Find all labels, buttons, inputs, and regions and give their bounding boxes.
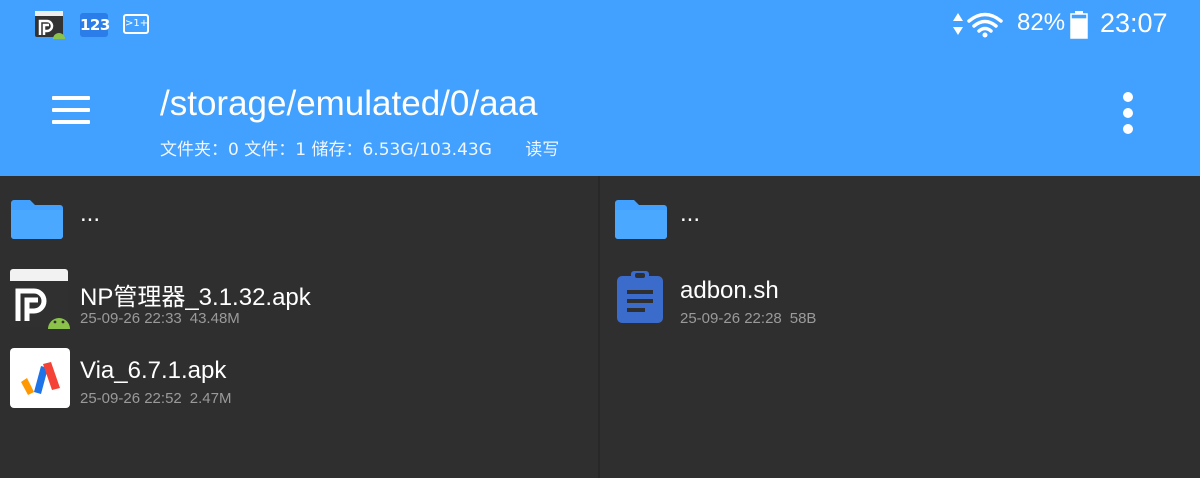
file-meta: 25-09-26 22:52 2.47M (80, 390, 231, 407)
more-vert-icon (1123, 92, 1133, 102)
folder-icon (615, 200, 667, 239)
file-meta: 25-09-26 22:33 43.48M (80, 310, 240, 327)
file-row[interactable]: Via_6.7.1.apk 25-09-26 22:52 2.47M (0, 340, 598, 420)
parent-directory-row[interactable]: ... (0, 180, 598, 260)
status-bar: 123 >1+ 82% 23:07 (0, 0, 1200, 52)
parent-directory-label: ... (80, 200, 101, 227)
parent-directory-row[interactable]: ... (600, 180, 1200, 260)
np-manager-icon (35, 11, 65, 39)
app-bar: 123 >1+ 82% 23:07 /storage/emulated/0/aa… (0, 0, 1200, 176)
file-date: 25-09-26 22:28 (680, 310, 782, 327)
overflow-menu-button[interactable] (1118, 92, 1138, 134)
file-row[interactable]: adbon.sh 25-09-26 22:28 58B (600, 260, 1200, 340)
file-date: 25-09-26 22:52 (80, 390, 182, 407)
current-path: /storage/emulated/0/aaa (160, 84, 538, 123)
data-activity-icon (953, 13, 963, 35)
battery-icon (1070, 11, 1088, 39)
script-file-icon (617, 271, 663, 323)
access-mode: 读写 (525, 140, 560, 160)
file-size: 58B (789, 310, 817, 327)
file-row[interactable]: NP管理器_3.1.32.apk 25-09-26 22:33 43.48M (0, 260, 598, 340)
file-name: Via_6.7.1.apk (80, 357, 227, 384)
storage-usage: 储存：6.53G/103.43G (311, 140, 492, 160)
clock: 23:07 (1100, 8, 1168, 38)
battery-percent: 82% (1017, 9, 1066, 36)
left-file-pane: ... NP管理器_3.1.32.apk 25-09-26 22:33 43.48… (0, 176, 598, 478)
menu-button[interactable] (52, 96, 92, 126)
parent-directory-label: ... (680, 200, 701, 227)
file-name: NP管理器_3.1.32.apk (80, 284, 311, 311)
file-count: 文件：1 (244, 140, 307, 160)
folder-count: 文件夹：0 (160, 140, 239, 160)
via-browser-apk-icon (10, 348, 70, 408)
wifi-icon (967, 12, 1003, 38)
file-size: 2.47M (189, 390, 232, 407)
np-manager-apk-icon (10, 269, 70, 329)
storage-stats: 文件夹：0 文件：1 储存：6.53G/103.43G 读写 (160, 135, 559, 160)
more-notifications-icon: >1+ (123, 14, 149, 34)
file-date: 25-09-26 22:33 (80, 310, 182, 327)
hamburger-icon (52, 96, 90, 100)
folder-icon (11, 200, 63, 239)
right-file-pane: ... adbon.sh 25-09-26 22:28 58B (600, 176, 1200, 478)
keyboard-123-icon: 123 (80, 13, 110, 37)
file-size: 43.48M (189, 310, 240, 327)
file-name: adbon.sh (680, 277, 779, 304)
file-meta: 25-09-26 22:28 58B (680, 310, 816, 327)
